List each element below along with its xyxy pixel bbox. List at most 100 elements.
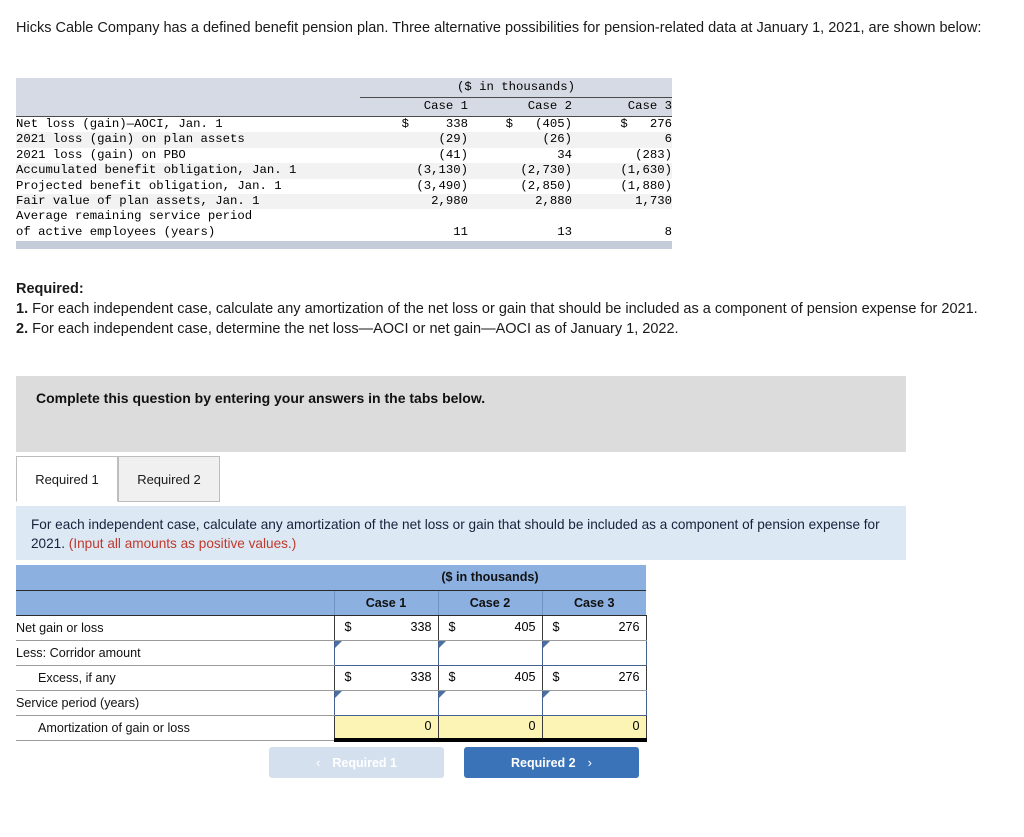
amount: 0 [424, 718, 432, 733]
amount: 338 [410, 669, 432, 684]
data-table-title-row: ($ in thousands) [16, 78, 672, 98]
row-label: Accumulated benefit obligation, Jan. 1 [16, 163, 360, 179]
row-value-case-1: (3,130) [360, 163, 468, 179]
data-table-column-header-row: Case 1 Case 2 Case 3 [16, 97, 672, 117]
table-row: Amortization of gain or loss 0 0 0 [16, 715, 647, 742]
cell-net-gain-case-1: $ 338 [333, 615, 439, 641]
currency-symbol: $ [552, 669, 560, 684]
data-table-col-case-2: Case 2 [468, 97, 572, 117]
input-corridor-case-1[interactable] [333, 639, 439, 666]
cell-excess-case-2: $ 405 [437, 665, 543, 691]
tab-required-1-label: Required 1 [35, 471, 99, 487]
row-label: 2021 loss (gain) on plan assets [16, 132, 360, 148]
table-row: Net loss (gain)—AOCI, Jan. 1 $ 338 $ (40… [16, 116, 672, 133]
data-table-title: ($ in thousands) [360, 78, 672, 98]
input-service-period-case-1[interactable] [333, 689, 439, 716]
complete-question-text: Complete this question by entering your … [36, 390, 486, 406]
cell-excess-case-1: $ 338 [333, 665, 439, 691]
row-label-service-period: Service period (years) [16, 690, 334, 716]
input-corridor-case-2[interactable] [437, 639, 543, 666]
answer-table-container: ($ in thousands) Case 1 Case 2 Case 3 Ne… [16, 565, 647, 742]
row-value-case-2: 2,880 [468, 193, 572, 210]
required-item-2: 2. For each independent case, determine … [16, 319, 991, 339]
tab-required-2-label: Required 2 [137, 471, 201, 487]
pension-data-table-container: ($ in thousands) Case 1 Case 2 Case 3 Ne… [16, 78, 672, 250]
row-value-case-1: 11 [360, 224, 468, 241]
required-item-2-number: 2. [16, 321, 29, 337]
row-label-excess-if-any: Excess, if any [16, 665, 334, 691]
answer-col-case-2: Case 2 [437, 590, 542, 616]
amount: 0 [632, 718, 640, 733]
data-table-header-spacer [16, 97, 360, 117]
row-value-case-3: (283) [572, 147, 672, 164]
required-item-2-text: For each independent case, determine the… [28, 321, 679, 337]
row-label: 2021 loss (gain) on PBO [16, 147, 360, 164]
next-button-label: Required 2 [511, 755, 576, 770]
row-value-case-2: (26) [468, 132, 572, 148]
prev-required-1-button[interactable]: ‹ Required 1 [269, 747, 444, 778]
table-row: Net gain or loss $ 338 $ 405 $ 276 [16, 615, 647, 641]
amount: 276 [618, 619, 640, 634]
amount: 338 [410, 619, 432, 634]
cell-net-gain-case-2: $ 405 [437, 615, 543, 641]
row-value-case-3: 1,730 [572, 193, 672, 210]
row-value-case-1: (3,490) [360, 178, 468, 194]
row-value-case-3 [572, 209, 672, 225]
data-table-col-case-3: Case 3 [572, 97, 672, 117]
required-item-1-number: 1. [16, 301, 29, 317]
row-label: Fair value of plan assets, Jan. 1 [16, 193, 360, 210]
data-table-title-spacer [16, 78, 360, 98]
chevron-right-icon: › [587, 755, 592, 770]
row-value-case-2: $ (405) [468, 116, 572, 133]
row-value-case-2 [468, 209, 572, 225]
instruction-banner: For each independent case, calculate any… [16, 506, 906, 560]
row-value-case-3: (1,630) [572, 163, 672, 179]
currency-symbol: $ [448, 619, 456, 634]
row-label-net-gain-or-loss: Net gain or loss [16, 615, 334, 641]
row-value-case-2: (2,730) [468, 163, 572, 179]
table-row: Accumulated benefit obligation, Jan. 1 (… [16, 163, 672, 179]
result-amortization-case-1: 0 [333, 715, 439, 742]
answer-table-body: ($ in thousands) Case 1 Case 2 Case 3 Ne… [16, 565, 647, 742]
row-value-case-3: (1,880) [572, 178, 672, 194]
row-value-case-1 [360, 209, 468, 225]
row-value-case-3: 8 [572, 224, 672, 241]
required-heading: Required: [16, 279, 991, 299]
answer-table-title: ($ in thousands) [334, 565, 646, 591]
amount: 276 [618, 669, 640, 684]
table-row: 2021 loss (gain) on PBO (41) 34 (283) [16, 147, 672, 164]
row-value-case-2: (2,850) [468, 178, 572, 194]
currency-symbol: $ [552, 619, 560, 634]
currency-symbol: $ [344, 619, 352, 634]
required-section: Required: 1. For each independent case, … [16, 279, 991, 339]
row-value-case-2: 34 [468, 147, 572, 164]
row-label: Net loss (gain)—AOCI, Jan. 1 [16, 116, 360, 133]
tab-required-2[interactable]: Required 2 [118, 456, 220, 502]
row-label: Average remaining service period [16, 209, 360, 225]
result-amortization-case-2: 0 [437, 715, 543, 742]
row-value-case-2: 13 [468, 224, 572, 241]
required-item-1-text: For each independent case, calculate any… [28, 301, 978, 317]
input-corridor-case-3[interactable] [541, 639, 647, 666]
input-service-period-case-3[interactable] [541, 689, 647, 716]
row-label-amortization: Amortization of gain or loss [16, 715, 334, 741]
answer-col-case-3: Case 3 [541, 590, 646, 616]
currency-symbol: $ [344, 669, 352, 684]
navigation-buttons: ‹ Required 1 Required 2 › [269, 747, 639, 778]
table-row: 2021 loss (gain) on plan assets (29) (26… [16, 132, 672, 148]
row-label: Projected benefit obligation, Jan. 1 [16, 178, 360, 194]
prev-button-label: Required 1 [332, 755, 397, 770]
requirement-tabs: Required 1 Required 2 [16, 456, 220, 502]
required-heading-text: Required: [16, 281, 84, 297]
input-service-period-case-2[interactable] [437, 689, 543, 716]
row-value-case-1: 2,980 [360, 193, 468, 210]
table-row: Fair value of plan assets, Jan. 1 2,980 … [16, 193, 672, 210]
chevron-left-icon: ‹ [316, 755, 321, 770]
answer-col-case-1: Case 1 [333, 590, 438, 616]
data-table-col-case-1: Case 1 [360, 97, 468, 117]
answer-table-column-header-row: Case 1 Case 2 Case 3 [16, 590, 646, 616]
next-required-2-button[interactable]: Required 2 › [464, 747, 639, 778]
currency-symbol: $ [448, 669, 456, 684]
tab-required-1[interactable]: Required 1 [16, 456, 118, 502]
row-label-less-corridor-amount: Less: Corridor amount [16, 640, 334, 666]
